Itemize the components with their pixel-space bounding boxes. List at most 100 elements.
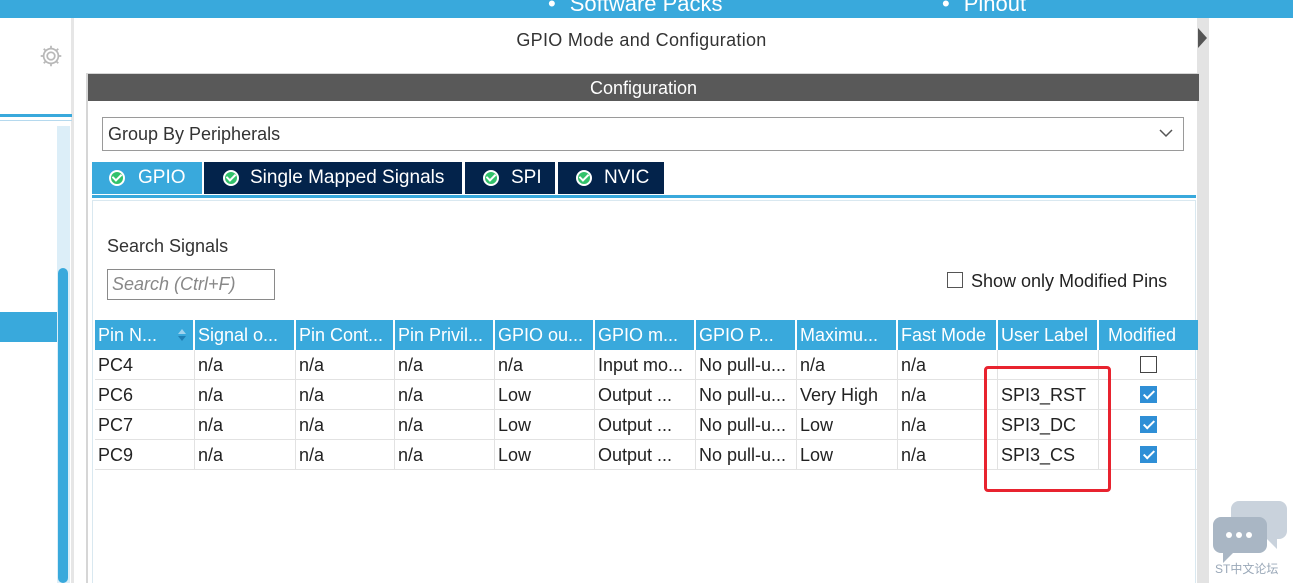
cell-gpio-mode: Input mo... bbox=[595, 350, 696, 380]
cell-maximum-output-speed: n/a bbox=[797, 350, 898, 380]
modified-checkbox[interactable] bbox=[1139, 446, 1157, 463]
cell-signal: n/a bbox=[195, 410, 296, 440]
cell-fast-mode: n/a bbox=[898, 380, 998, 410]
cell-pin-privilege: n/a bbox=[395, 410, 495, 440]
cell-pin-privilege: n/a bbox=[395, 350, 495, 380]
check-circle-icon bbox=[223, 170, 239, 186]
column-header-fast-mode[interactable]: Fast Mode bbox=[898, 320, 998, 350]
cell-pin-context: n/a bbox=[296, 350, 395, 380]
column-header-label: Signal o... bbox=[198, 325, 279, 345]
show-only-modified-pins[interactable]: Show only Modified Pins bbox=[947, 271, 1167, 292]
top-menu-bar: • Software Packs • Pinout bbox=[0, 0, 1293, 18]
cell-maximum-output-speed: Very High bbox=[797, 380, 898, 410]
cell-signal: n/a bbox=[195, 440, 296, 470]
column-header-maximum-output-speed[interactable]: Maximu... bbox=[797, 320, 898, 350]
column-header-pin-privilege[interactable]: Pin Privil... bbox=[395, 320, 495, 350]
gear-icon[interactable] bbox=[38, 43, 64, 69]
cell-pin-context: n/a bbox=[296, 380, 395, 410]
left-category-panel bbox=[0, 18, 74, 583]
cell-pin-context: n/a bbox=[296, 410, 395, 440]
column-header-label: GPIO m... bbox=[598, 325, 679, 345]
gpio-mode-configuration-panel: GPIO Mode and Configuration Configuratio… bbox=[86, 18, 1199, 583]
cell-gpio-output-level: Low bbox=[495, 380, 595, 410]
left-panel-divider-light bbox=[0, 120, 72, 121]
show-modified-checkbox[interactable] bbox=[947, 272, 963, 288]
modified-checkbox[interactable] bbox=[1139, 356, 1157, 373]
cell-pin-name: PC4 bbox=[95, 350, 195, 380]
column-header-label: GPIO ou... bbox=[498, 325, 584, 345]
check-circle-icon bbox=[576, 170, 592, 186]
chevron-down-icon[interactable] bbox=[1159, 126, 1173, 140]
sort-arrows-icon[interactable] bbox=[177, 328, 187, 342]
cell-signal: n/a bbox=[195, 380, 296, 410]
column-header-label: Pin Privil... bbox=[398, 325, 484, 345]
forum-watermark-text: ST中文论坛 bbox=[1215, 562, 1279, 576]
cell-gpio-pull: No pull-u... bbox=[696, 350, 797, 380]
tab-spi[interactable]: SPI bbox=[465, 162, 555, 194]
cell-maximum-output-speed: Low bbox=[797, 440, 898, 470]
menu-bullet-icon: • bbox=[548, 0, 556, 16]
cell-gpio-output-level: Low bbox=[495, 440, 595, 470]
cell-gpio-mode: Output ... bbox=[595, 410, 696, 440]
cell-modified bbox=[1099, 350, 1198, 380]
menu-pinout-label: Pinout bbox=[963, 0, 1027, 16]
column-header-signal-on-pin[interactable]: Signal o... bbox=[195, 320, 296, 350]
tab-spi-label: SPI bbox=[511, 167, 542, 188]
column-header-label: Pin N... bbox=[98, 325, 158, 345]
cell-fast-mode: n/a bbox=[898, 410, 998, 440]
column-header-label: Fast Mode bbox=[901, 325, 987, 345]
table-header: Pin N... Signal o... Pin Cont... Pin Pri… bbox=[95, 320, 1198, 350]
cell-pin-context: n/a bbox=[296, 440, 395, 470]
column-header-label: Maximu... bbox=[800, 325, 879, 345]
cell-gpio-pull: No pull-u... bbox=[696, 380, 797, 410]
column-header-gpio-mode[interactable]: GPIO m... bbox=[595, 320, 696, 350]
collapse-arrow-icon[interactable] bbox=[1198, 28, 1207, 48]
cell-gpio-pull: No pull-u... bbox=[696, 410, 797, 440]
tab-single-mapped-signals-label: Single Mapped Signals bbox=[250, 167, 445, 188]
tab-single-mapped-signals[interactable]: Single Mapped Signals bbox=[204, 162, 462, 194]
cell-fast-mode: n/a bbox=[898, 440, 998, 470]
column-header-pin-context[interactable]: Pin Cont... bbox=[296, 320, 395, 350]
modified-checkbox[interactable] bbox=[1139, 416, 1157, 433]
column-header-modified[interactable]: Modified bbox=[1099, 320, 1198, 350]
configuration-header: Configuration bbox=[88, 73, 1199, 101]
column-header-gpio-output-level[interactable]: GPIO ou... bbox=[495, 320, 595, 350]
menu-pinout[interactable]: • Pinout bbox=[942, 0, 1026, 17]
column-header-pin-name[interactable]: Pin N... bbox=[95, 320, 195, 350]
check-circle-icon bbox=[483, 170, 499, 186]
group-by-select[interactable]: Group By Peripherals bbox=[102, 117, 1184, 151]
modified-checkbox[interactable] bbox=[1139, 386, 1157, 403]
menu-bullet-icon: • bbox=[942, 0, 950, 16]
left-panel-divider bbox=[0, 114, 72, 117]
menu-software-packs[interactable]: • Software Packs bbox=[548, 0, 723, 17]
cell-pin-name: PC6 bbox=[95, 380, 195, 410]
tab-nvic[interactable]: NVIC bbox=[558, 162, 664, 194]
cell-gpio-mode: Output ... bbox=[595, 380, 696, 410]
configuration-area: Configuration Group By Peripherals GPIO … bbox=[86, 73, 1199, 583]
cell-modified bbox=[1099, 410, 1198, 440]
cell-pin-privilege: n/a bbox=[395, 440, 495, 470]
cell-modified bbox=[1099, 440, 1198, 470]
search-input[interactable]: Search (Ctrl+F) bbox=[107, 269, 275, 300]
tab-gpio[interactable]: GPIO bbox=[92, 162, 202, 194]
cell-gpio-output-level: Low bbox=[495, 410, 595, 440]
tab-nvic-label: NVIC bbox=[604, 167, 650, 188]
cell-fast-mode: n/a bbox=[898, 350, 998, 380]
group-by-value: Group By Peripherals bbox=[108, 124, 281, 144]
column-header-user-label[interactable]: User Label bbox=[998, 320, 1099, 350]
column-header-gpio-pull[interactable]: GPIO P... bbox=[696, 320, 797, 350]
cell-pin-name: PC7 bbox=[95, 410, 195, 440]
tab-underline bbox=[92, 195, 1196, 198]
column-header-label: Modified bbox=[1108, 325, 1177, 345]
check-circle-icon bbox=[109, 170, 125, 186]
menu-software-packs-label: Software Packs bbox=[569, 0, 723, 16]
left-panel-selected-item[interactable] bbox=[0, 312, 57, 342]
column-header-label: User Label bbox=[1001, 325, 1089, 345]
cell-pin-name: PC9 bbox=[95, 440, 195, 470]
right-collapse-bar[interactable] bbox=[1197, 18, 1209, 583]
column-header-label: Pin Cont... bbox=[299, 325, 384, 345]
left-panel-scrollbar-thumb[interactable] bbox=[58, 268, 68, 583]
tab-gpio-label: GPIO bbox=[138, 167, 186, 188]
cell-signal: n/a bbox=[195, 350, 296, 380]
cell-maximum-output-speed: Low bbox=[797, 410, 898, 440]
